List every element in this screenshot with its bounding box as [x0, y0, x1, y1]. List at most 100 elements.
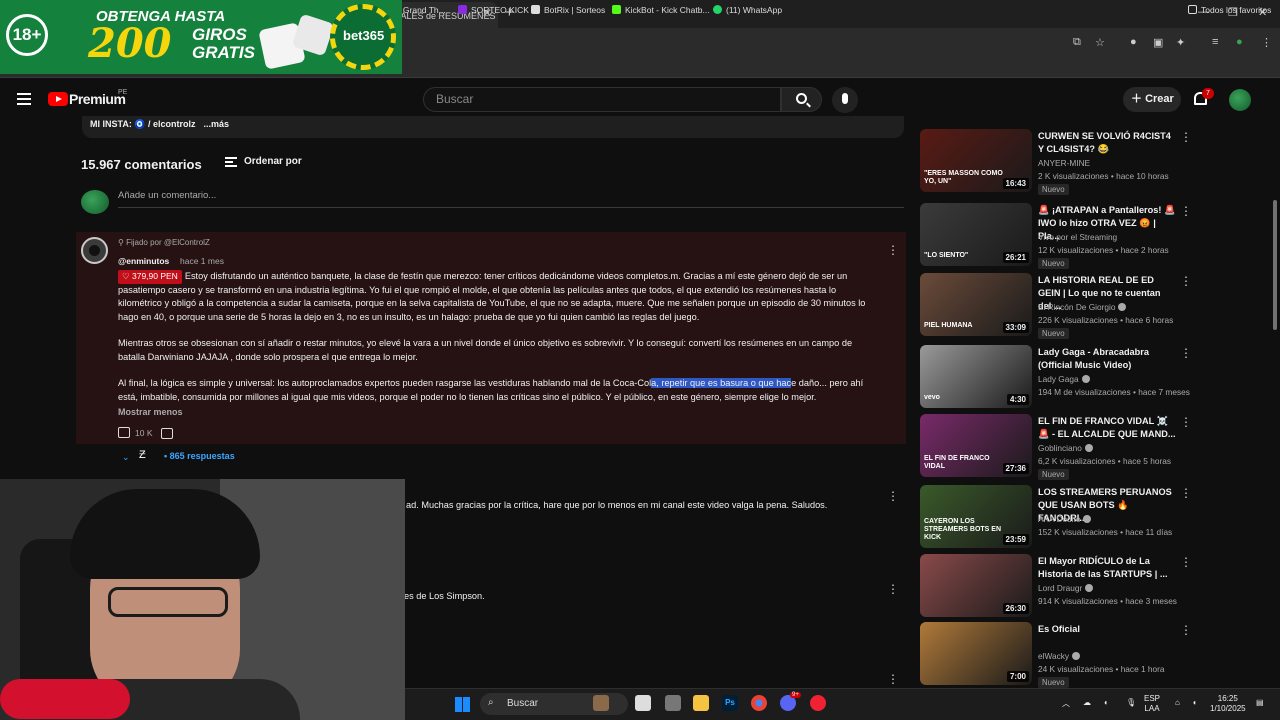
- video-menu-icon[interactable]: ⋮: [1180, 346, 1192, 360]
- bookmark-item[interactable]: SORTEO KICK: [458, 5, 529, 15]
- file-explorer-icon[interactable]: [693, 695, 709, 711]
- comment-menu-icon[interactable]: ⋮: [887, 672, 899, 686]
- comment-author[interactable]: @enminutos: [118, 256, 169, 266]
- video-title[interactable]: El Mayor RIDÍCULO de La Historia de las …: [1038, 555, 1176, 581]
- bet365-ad[interactable]: 18+ OBTENGA HASTA 200 GIROS GRATIS bet365: [0, 0, 402, 74]
- video-thumbnail[interactable]: 26:30: [920, 554, 1032, 617]
- hamburger-menu-icon[interactable]: [17, 93, 31, 105]
- microphone-tray-icon[interactable]: 🎙: [1126, 698, 1136, 707]
- video-menu-icon[interactable]: ⋮: [1180, 204, 1192, 218]
- video-thumbnail[interactable]: "LO SIENTO" 26:21: [920, 203, 1032, 266]
- photoshop-icon[interactable]: Ps: [722, 695, 738, 711]
- video-thumbnail[interactable]: 7:00: [920, 622, 1032, 685]
- channel-name[interactable]: El Rincón De Giorgio: [1038, 302, 1127, 312]
- extension-icon[interactable]: ●: [1130, 36, 1137, 48]
- create-button[interactable]: ＋ Crear: [1123, 87, 1181, 112]
- voice-search-icon[interactable]: [832, 87, 858, 113]
- dislike-icon[interactable]: [161, 428, 173, 439]
- comment-time[interactable]: hace 1 mes: [180, 256, 224, 266]
- video-title[interactable]: EL FIN DE FRANCO VIDAL ☠️ 🚨 - EL ALCALDE…: [1038, 415, 1176, 441]
- bookmark-star-icon[interactable]: ☆: [1095, 36, 1105, 49]
- video-description[interactable]: MI INSTA: 🧿 / elcontrolz ...más: [82, 116, 904, 138]
- bookmark-item[interactable]: BotRix | Sorteos: [531, 5, 605, 15]
- video-thumbnail[interactable]: vevo 4:30: [920, 345, 1032, 408]
- channel-name[interactable]: elWacky: [1038, 651, 1081, 661]
- age-restriction-badge: 18+: [6, 14, 48, 56]
- chevron-down-icon[interactable]: ⌄: [122, 452, 130, 463]
- video-menu-icon[interactable]: ⋮: [1180, 555, 1192, 569]
- account-avatar[interactable]: [1229, 89, 1251, 111]
- extensions-puzzle-icon[interactable]: ✦: [1176, 36, 1185, 49]
- channel-name[interactable]: Vivo por el Streaming: [1038, 232, 1117, 242]
- network-icon[interactable]: ⌂: [1175, 698, 1180, 707]
- video-title[interactable]: Lady Gaga - Abracadabra (Official Music …: [1038, 346, 1176, 372]
- sort-button[interactable]: Ordenar por: [244, 156, 302, 167]
- search-icon: ⌕: [488, 697, 494, 708]
- verified-icon: [1083, 515, 1092, 523]
- video-title[interactable]: Es Oficial: [1038, 623, 1176, 636]
- channel-name[interactable]: Lady Gaga: [1038, 374, 1090, 384]
- new-badge: Nuevo: [1038, 258, 1069, 269]
- like-icon[interactable]: [118, 427, 130, 438]
- youtube-logo-icon[interactable]: [48, 92, 68, 106]
- app-icon[interactable]: [810, 695, 826, 711]
- verified-icon: [1072, 652, 1081, 660]
- channel-name[interactable]: Lord Draugr: [1038, 583, 1094, 593]
- video-menu-icon[interactable]: ⋮: [1180, 130, 1192, 144]
- replies-button[interactable]: • 865 respuestas: [164, 451, 235, 461]
- channel-name[interactable]: ANYER-MINE: [1038, 158, 1090, 168]
- sort-icon[interactable]: [225, 157, 237, 167]
- comment-menu-icon[interactable]: ⋮: [887, 243, 899, 257]
- scrollbar-thumb[interactable]: [1273, 200, 1277, 330]
- verified-icon: [1118, 303, 1127, 311]
- browser-menu-icon[interactable]: ⋮: [1261, 36, 1272, 49]
- video-duration: 7:00: [1006, 671, 1029, 682]
- video-menu-icon[interactable]: ⋮: [1180, 274, 1192, 288]
- comment-menu-icon[interactable]: ⋮: [887, 489, 899, 503]
- volume-icon[interactable]: ◖: [1192, 698, 1197, 707]
- video-duration: 27:36: [1002, 463, 1029, 474]
- premium-label[interactable]: Premium: [69, 91, 126, 107]
- video-stats: 194 M de visualizaciones • hace 7 meses: [1038, 387, 1190, 397]
- add-comment-input[interactable]: Añade un comentario...: [118, 190, 904, 208]
- channel-name[interactable]: Goblinciano: [1038, 443, 1093, 453]
- video-thumbnail[interactable]: EL FIN DE FRANCO VIDAL 27:36: [920, 414, 1032, 477]
- tab-search-icon[interactable]: ≡: [1212, 36, 1218, 48]
- search-input[interactable]: Buscar: [423, 87, 781, 112]
- profile-icon[interactable]: ●: [1236, 36, 1243, 48]
- show-more-description[interactable]: ...más: [204, 119, 230, 129]
- comment-menu-icon[interactable]: ⋮: [887, 582, 899, 596]
- task-view-icon[interactable]: [635, 695, 651, 711]
- ad-brand: bet365: [343, 28, 385, 43]
- region-code: PE: [118, 89, 128, 96]
- channel-name[interactable]: AKA Dodito: [1038, 514, 1092, 524]
- comment-text: es de Los Simpson.: [404, 591, 485, 601]
- video-menu-icon[interactable]: ⋮: [1180, 415, 1192, 429]
- clock[interactable]: 16:25 1/10/2025: [1210, 694, 1246, 714]
- notification-center-icon[interactable]: ▤: [1256, 698, 1264, 707]
- language-indicator[interactable]: ESP LAA: [1144, 694, 1160, 714]
- show-less-button[interactable]: Mostrar menos: [118, 407, 183, 417]
- video-thumbnail[interactable]: CAYERON LOS STREAMERS BOTS EN KICK 23:59: [920, 485, 1032, 548]
- video-thumbnail[interactable]: "ERES MASSON COMO YO, UN" 16:43: [920, 129, 1032, 192]
- windows-start-icon[interactable]: [455, 697, 470, 712]
- commenter-avatar[interactable]: [81, 237, 108, 264]
- video-title[interactable]: CURWEN SE VOLVIÓ R4CIST4 Y CL4SIST4? 😂: [1038, 130, 1176, 156]
- all-favorites[interactable]: Todos los favoritos: [1188, 5, 1271, 15]
- install-icon[interactable]: ⧉: [1073, 36, 1081, 49]
- cloud-icon[interactable]: ☁: [1083, 698, 1091, 707]
- chrome-icon[interactable]: [751, 695, 767, 711]
- video-thumbnail[interactable]: PIEL HUMANA 33:09: [920, 273, 1032, 336]
- creator-reply-avatar-icon: Ƶ: [139, 449, 146, 461]
- video-menu-icon[interactable]: ⋮: [1180, 623, 1192, 637]
- widgets-icon[interactable]: [593, 695, 609, 711]
- bookmark-item[interactable]: KickBot - Kick Chatb...: [612, 5, 710, 15]
- video-menu-icon[interactable]: ⋮: [1180, 486, 1192, 500]
- new-badge: Nuevo: [1038, 184, 1069, 195]
- show-hidden-icons[interactable]: ︿: [1062, 698, 1070, 709]
- bookmark-item[interactable]: (11) WhatsApp: [713, 5, 782, 15]
- app-tray-icon[interactable]: ◐: [1104, 698, 1109, 707]
- bookmark-favicon-icon: [458, 5, 467, 14]
- app-icon[interactable]: [665, 695, 681, 711]
- extension-icon[interactable]: ▣: [1153, 36, 1163, 49]
